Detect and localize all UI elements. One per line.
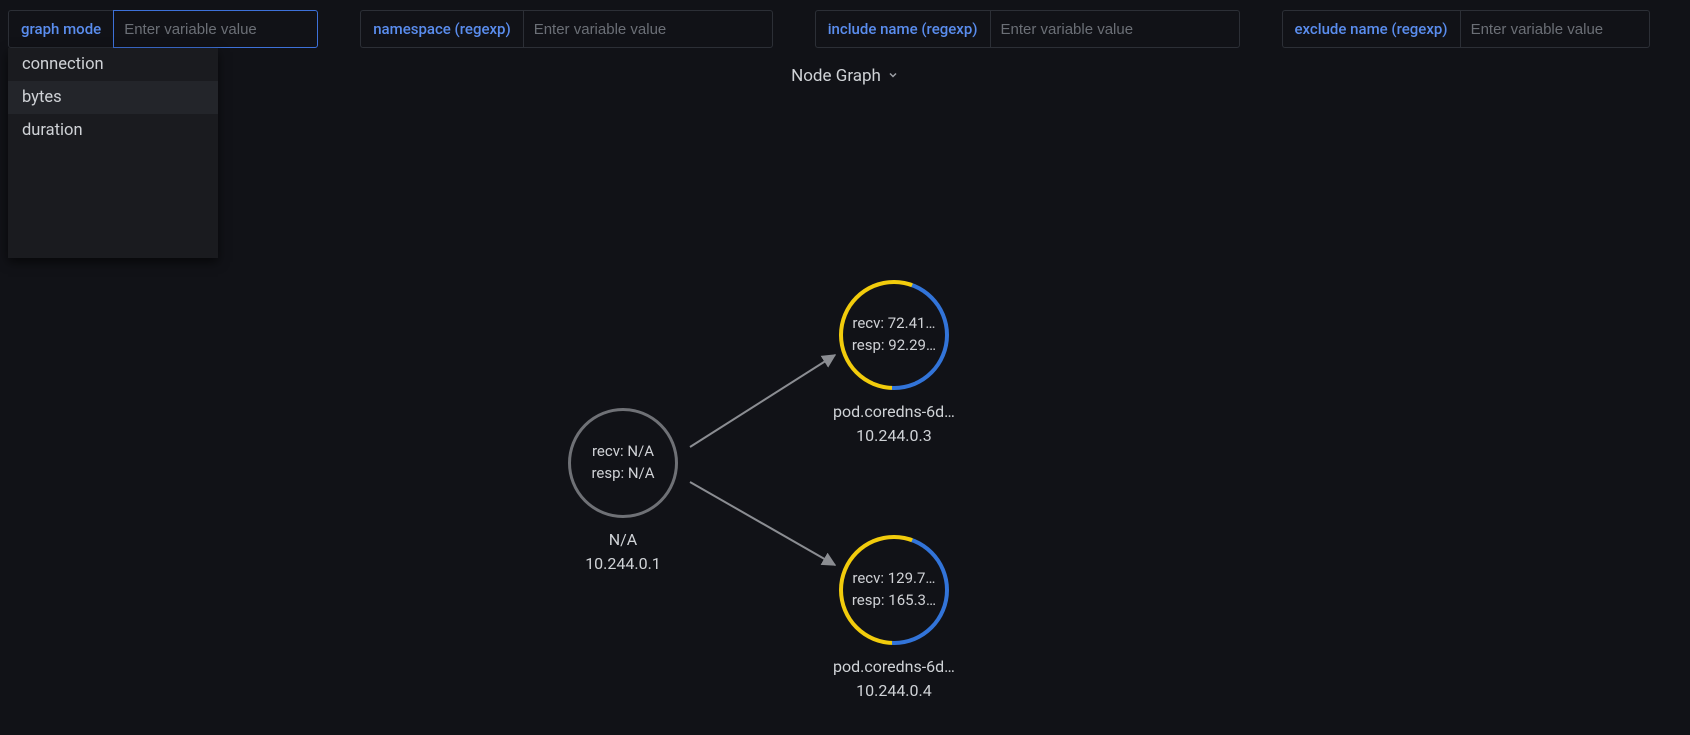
node-circle: recv: N/A resp: N/A xyxy=(568,408,678,518)
var-graph-mode: graph mode connection bytes duration xyxy=(8,10,318,48)
node-circle: recv: 72.41… resp: 92.29… xyxy=(839,280,949,390)
node-recv: recv: 129.7… xyxy=(852,568,936,590)
var-label-graph-mode: graph mode xyxy=(8,10,113,48)
variable-bar: graph mode connection bytes duration nam… xyxy=(0,0,1690,58)
var-input-namespace[interactable] xyxy=(523,10,773,48)
panel-header[interactable]: Node Graph xyxy=(0,58,1690,90)
var-include: include name (regexp) xyxy=(815,10,1240,48)
var-input-graph-mode[interactable] xyxy=(113,10,318,48)
node-resp: resp: 165.3… xyxy=(852,590,936,612)
graph-node-n3[interactable]: recv: 129.7… resp: 165.3… pod.coredns-6d… xyxy=(833,535,955,703)
var-namespace: namespace (regexp) xyxy=(360,10,773,48)
node-subtitle: 10.244.0.1 xyxy=(585,552,661,576)
node-title: pod.coredns-6d… xyxy=(833,400,955,424)
panel-title: Node Graph xyxy=(791,66,881,86)
chevron-down-icon xyxy=(887,66,899,86)
var-label-exclude: exclude name (regexp) xyxy=(1282,10,1460,48)
node-subtitle: 10.244.0.3 xyxy=(833,424,955,448)
graph-mode-dropdown: connection bytes duration xyxy=(8,48,218,258)
var-exclude: exclude name (regexp) xyxy=(1282,10,1650,48)
graph-node-n2[interactable]: recv: 72.41… resp: 92.29… pod.coredns-6d… xyxy=(833,280,955,448)
var-label-include: include name (regexp) xyxy=(815,10,990,48)
dropdown-item-connection[interactable]: connection xyxy=(8,48,218,81)
node-circle: recv: 129.7… resp: 165.3… xyxy=(839,535,949,645)
node-title: pod.coredns-6d… xyxy=(833,655,955,679)
node-recv: recv: 72.41… xyxy=(852,313,936,335)
graph-node-n1[interactable]: recv: N/A resp: N/A N/A 10.244.0.1 xyxy=(568,408,678,576)
var-input-include[interactable] xyxy=(990,10,1240,48)
dropdown-item-duration[interactable]: duration xyxy=(8,114,218,147)
node-graph[interactable]: recv: N/A resp: N/A N/A 10.244.0.1 recv:… xyxy=(0,90,1690,730)
dropdown-item-bytes[interactable]: bytes xyxy=(8,81,218,114)
var-label-namespace: namespace (regexp) xyxy=(360,10,523,48)
node-resp: resp: N/A xyxy=(591,463,654,485)
node-recv: recv: N/A xyxy=(591,441,654,463)
node-resp: resp: 92.29… xyxy=(852,335,936,357)
var-input-exclude[interactable] xyxy=(1460,10,1650,48)
node-subtitle: 10.244.0.4 xyxy=(833,679,955,703)
node-title: N/A xyxy=(585,528,661,552)
